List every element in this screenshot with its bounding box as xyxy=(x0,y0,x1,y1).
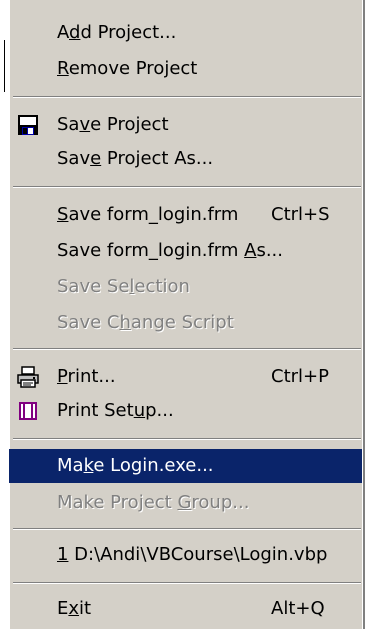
menu-item-label: Save Change Script xyxy=(57,312,234,333)
background-window-line xyxy=(4,40,5,92)
menu-item-label: Save Project As... xyxy=(57,148,214,169)
menu-item-make-exe[interactable]: Make Login.exe... xyxy=(9,449,365,483)
menu-item-add-project[interactable]: Add Project... xyxy=(9,16,365,50)
menu-item-label: Save form_login.frm xyxy=(57,204,239,225)
menu-item-save-project-as[interactable]: Save Project As... xyxy=(9,142,365,176)
menu-item-label: Print Setup... xyxy=(57,400,174,421)
menu-item-recent-project[interactable]: 1 D:\Andi\VBCourse\Login.vbp xyxy=(9,538,365,572)
file-menu-dropdown: Add Project... Remove Project Save Proje… xyxy=(8,0,365,629)
menu-item-shortcut: Ctrl+P xyxy=(271,366,329,387)
menu-item-label: 1 D:\Andi\VBCourse\Login.vbp xyxy=(57,544,328,565)
menu-item-label: Print... xyxy=(57,366,116,387)
menu-item-save-selection: Save Selection xyxy=(9,270,365,304)
menu-item-exit[interactable]: Exit Alt+Q xyxy=(9,592,365,626)
menu-item-print-setup[interactable]: Print Setup... xyxy=(9,394,365,428)
background-window-edge xyxy=(0,0,8,629)
screenshot-stage: Add Project... Remove Project Save Proje… xyxy=(0,0,368,629)
menu-separator xyxy=(13,528,361,530)
menu-item-label: Save Selection xyxy=(57,276,190,297)
menu-right-border xyxy=(362,0,365,629)
menu-separator xyxy=(13,582,361,584)
menu-item-save-project[interactable]: Save Project xyxy=(9,108,365,142)
menu-separator xyxy=(13,348,361,350)
menu-item-label: Remove Project xyxy=(57,58,198,79)
menu-item-label: Make Login.exe... xyxy=(57,455,214,476)
menu-item-save-form-as[interactable]: Save form_login.frm As... xyxy=(9,234,365,268)
menu-item-remove-project[interactable]: Remove Project xyxy=(9,52,365,86)
printer-icon xyxy=(17,366,39,388)
menu-separator xyxy=(13,438,361,440)
print-setup-icon xyxy=(17,400,39,422)
menu-item-label: Add Project... xyxy=(57,22,177,43)
menu-item-label: Save form_login.frm As... xyxy=(57,240,283,261)
menu-separator xyxy=(13,96,361,98)
menu-item-save-change-script: Save Change Script xyxy=(9,306,365,340)
menu-item-save-form[interactable]: Save form_login.frm Ctrl+S xyxy=(9,198,365,232)
menu-item-print[interactable]: Print... Ctrl+P xyxy=(9,360,365,394)
menu-separator xyxy=(13,186,361,188)
menu-item-label: Exit xyxy=(57,598,92,619)
menu-item-make-project-group: Make Project Group... xyxy=(9,486,365,520)
menu-item-label: Make Project Group... xyxy=(57,492,250,513)
menu-item-label: Save Project xyxy=(57,114,169,135)
floppy-disk-icon xyxy=(17,114,39,136)
menu-item-shortcut: Alt+Q xyxy=(271,598,325,619)
menu-item-shortcut: Ctrl+S xyxy=(271,204,330,225)
